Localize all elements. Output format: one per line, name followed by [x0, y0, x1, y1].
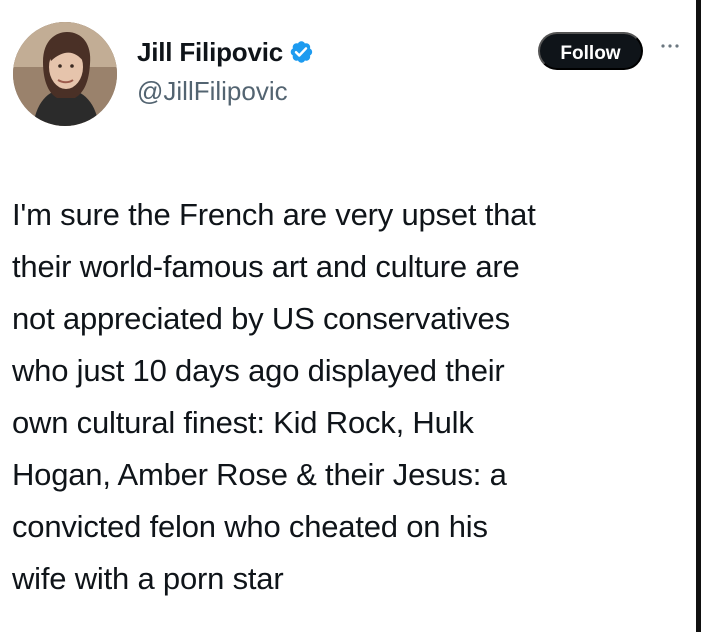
tweet-text-line: their world-famous art and culture are [12, 249, 520, 284]
tweet-card: Jill Filipovic @JillFilipovic Follow I'm… [0, 0, 696, 632]
verified-badge-icon [288, 39, 314, 65]
tweet-text: I'm sure the French are very upset that … [12, 189, 684, 605]
profile-photo-icon [13, 22, 117, 126]
author-display-name[interactable]: Jill Filipovic [137, 37, 283, 67]
tweet-text-line: own cultural finest: Kid Rock, Hulk [12, 405, 474, 440]
screenshot-edge [696, 0, 701, 632]
tweet-text-line: I'm sure the French are very upset that [12, 197, 536, 232]
more-options-icon[interactable] [656, 36, 684, 56]
follow-button[interactable]: Follow [538, 32, 643, 70]
tweet-text-line: convicted felon who cheated on his [12, 509, 488, 544]
tweet-text-line: Hogan, Amber Rose & their Jesus: a [12, 457, 507, 492]
author-handle[interactable]: @JillFilipovic [137, 76, 288, 106]
tweet-text-line: wife with a porn star [12, 561, 284, 596]
tweet-text-line: who just 10 days ago displayed their [12, 353, 505, 388]
avatar[interactable] [13, 22, 117, 126]
tweet-text-line: not appreciated by US conservatives [12, 301, 510, 336]
author-name-row: Jill Filipovic [137, 35, 314, 69]
